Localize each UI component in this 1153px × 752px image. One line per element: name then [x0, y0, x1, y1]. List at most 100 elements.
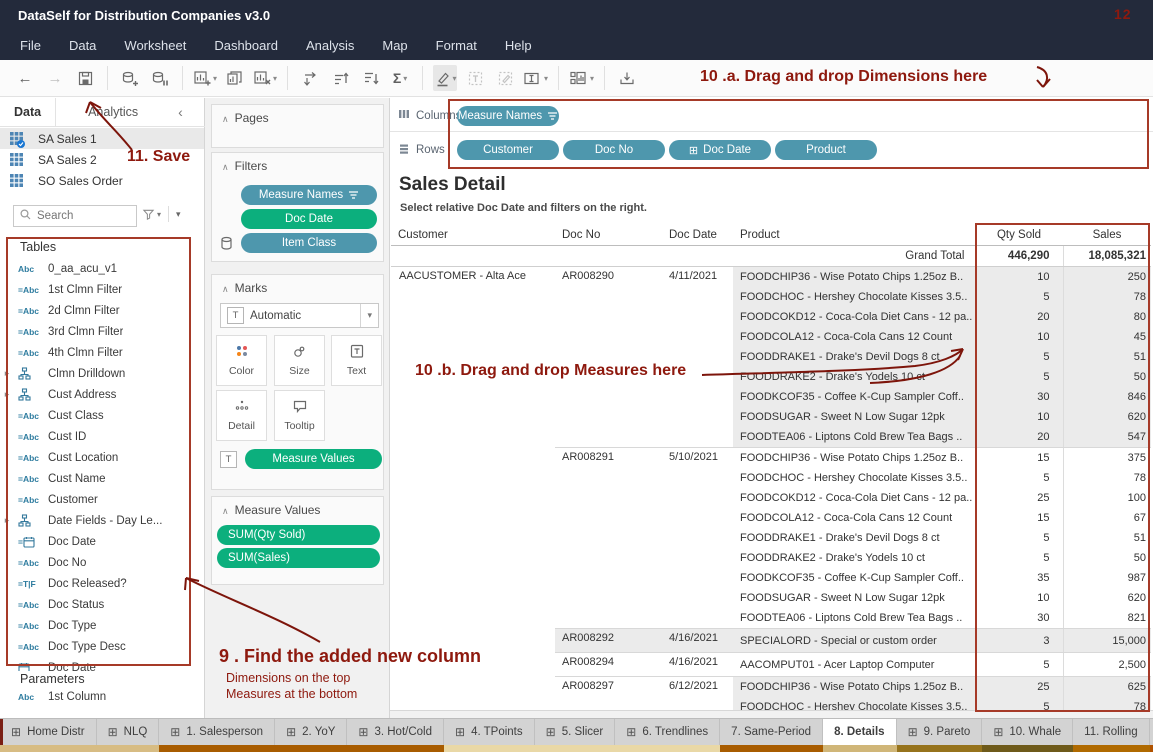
cell-sales[interactable]: 547: [1063, 427, 1151, 448]
cell-product[interactable]: FOODCHIP36 - Wise Potato Chips 1.25oz B.…: [733, 267, 975, 288]
sheet-tab-4-tpoints[interactable]: ⊞4. TPoints: [444, 719, 535, 752]
field-item[interactable]: Doc Date: [0, 657, 196, 671]
filter-fields-icon[interactable]: ▾: [142, 208, 161, 221]
cell-sales[interactable]: 50: [1063, 548, 1151, 568]
cell-product[interactable]: FOODDRAKE1 - Drake's Devil Dogs 8 ct: [733, 347, 975, 367]
cell-qty-sold[interactable]: 25: [975, 677, 1063, 698]
cell-qty-sold[interactable]: 3: [975, 629, 1063, 653]
sheet-tab-8-details[interactable]: 8. Details: [823, 719, 897, 752]
field-item[interactable]: =Abc3rd Clmn Filter: [0, 321, 196, 342]
cell-sales[interactable]: 51: [1063, 347, 1151, 367]
tab-data[interactable]: Data: [0, 98, 55, 126]
cell-qty-sold[interactable]: 20: [975, 307, 1063, 327]
cell-qty-sold[interactable]: 5: [975, 548, 1063, 568]
pill-sum-sales-[interactable]: SUM(Sales): [217, 548, 380, 568]
cell-qty-sold[interactable]: 5: [975, 653, 1063, 677]
horizontal-scrollbar[interactable]: [390, 710, 1153, 718]
field-item[interactable]: =AbcDoc Status: [0, 594, 196, 615]
cell-sales[interactable]: 80: [1063, 307, 1151, 327]
pill-customer[interactable]: Customer: [457, 140, 559, 160]
cell-qty-sold[interactable]: 10: [975, 267, 1063, 288]
cell-sales[interactable]: 2,500: [1063, 653, 1151, 677]
undo-icon[interactable]: ←: [13, 65, 37, 91]
cell-sales[interactable]: 987: [1063, 568, 1151, 588]
expand-icon[interactable]: ▸: [0, 368, 14, 379]
sort-descending-icon[interactable]: [358, 65, 382, 91]
view-options-icon[interactable]: ▾: [176, 209, 181, 220]
sheet-tab-1-salesperson[interactable]: ⊞1. Salesperson: [159, 719, 275, 752]
pill-doc-no[interactable]: Doc No: [563, 140, 665, 160]
cell-qty-sold[interactable]: 10: [975, 588, 1063, 608]
cell-doc-date[interactable]: 4/16/2021: [662, 629, 733, 653]
mark-type-dropdown[interactable]: T Automatic ▾: [220, 303, 379, 328]
cell-product[interactable]: FOODCHOC - Hershey Chocolate Kisses 3.5.…: [733, 468, 975, 488]
cell-sales[interactable]: 51: [1063, 528, 1151, 548]
cell-sales[interactable]: 100: [1063, 488, 1151, 508]
expand-plus-icon[interactable]: ⊞: [689, 144, 698, 157]
cell-product[interactable]: FOODCHIP36 - Wise Potato Chips 1.25oz B.…: [733, 448, 975, 469]
field-item[interactable]: =AbcCust Class: [0, 405, 196, 426]
data-source-item[interactable]: SO Sales Order: [0, 170, 204, 191]
cell-product[interactable]: FOODTEA06 - Liptons Cold Brew Tea Bags .…: [733, 427, 975, 448]
cell-doc-no[interactable]: AR008291: [555, 448, 662, 629]
cell-product[interactable]: FOODCOLA12 - Coca-Cola Cans 12 Count: [733, 327, 975, 347]
menu-worksheet[interactable]: Worksheet: [110, 32, 200, 59]
column-header-doc-no[interactable]: Doc No: [555, 224, 662, 246]
sheet-tab-home-distr[interactable]: ⊞Home Distr: [0, 719, 97, 752]
sort-ascending-icon[interactable]: [328, 65, 352, 91]
cell-doc-no[interactable]: AR008297: [555, 677, 662, 712]
cell-customer[interactable]: AACUSTOMER - Alta Ace: [391, 267, 555, 712]
save-icon[interactable]: [73, 65, 97, 91]
sheet-tab-10-whale[interactable]: ⊞10. Whale: [982, 719, 1073, 752]
column-header-product[interactable]: Product: [733, 224, 975, 246]
presentation-mode-icon[interactable]: [615, 65, 639, 91]
cell-sales[interactable]: 375: [1063, 448, 1151, 469]
cell-product[interactable]: FOODSUGAR - Sweet N Low Sugar 12pk: [733, 407, 975, 427]
field-item[interactable]: ▸Cust Address: [0, 384, 196, 405]
field-item[interactable]: =Abc2d Clmn Filter: [0, 300, 196, 321]
annotate-icon[interactable]: [493, 65, 517, 91]
cell-qty-sold[interactable]: 5: [975, 528, 1063, 548]
menu-map[interactable]: Map: [368, 32, 421, 59]
field-item[interactable]: =AbcDoc No: [0, 552, 196, 573]
new-worksheet-icon[interactable]: ▾: [193, 65, 217, 91]
field-item[interactable]: =Abc1st Clmn Filter: [0, 279, 196, 300]
field-item[interactable]: =T|FDoc Released?: [0, 573, 196, 594]
column-header-sales[interactable]: Sales: [1063, 224, 1151, 246]
pill-measure-names[interactable]: Measure Names: [241, 185, 377, 205]
menu-data[interactable]: Data: [55, 32, 110, 59]
cell-sales[interactable]: 78: [1063, 697, 1151, 711]
cell-doc-no[interactable]: AR008292: [555, 629, 662, 653]
cell-product[interactable]: FOODKCOF35 - Coffee K-Cup Sampler Coff..: [733, 568, 975, 588]
cell-sales[interactable]: 620: [1063, 588, 1151, 608]
cell-doc-no[interactable]: AR008290: [555, 267, 662, 448]
cell-product[interactable]: FOODTEA06 - Liptons Cold Brew Tea Bags .…: [733, 608, 975, 629]
size-button[interactable]: Size: [274, 335, 325, 386]
menu-format[interactable]: Format: [422, 32, 491, 59]
cell-product[interactable]: FOODKCOF35 - Coffee K-Cup Sampler Coff..: [733, 387, 975, 407]
field-item[interactable]: =Doc Date: [0, 531, 196, 552]
cell-sales[interactable]: 625: [1063, 677, 1151, 698]
swap-axes-icon[interactable]: [298, 65, 322, 91]
cell-sales[interactable]: 78: [1063, 287, 1151, 307]
cell-product[interactable]: FOODDRAKE1 - Drake's Devil Dogs 8 ct: [733, 528, 975, 548]
cell-qty-sold[interactable]: 5: [975, 347, 1063, 367]
fit-icon[interactable]: ▾: [523, 65, 548, 91]
cell-qty-sold[interactable]: 30: [975, 608, 1063, 629]
field-item[interactable]: ▸Clmn Drilldown: [0, 363, 196, 384]
field-item[interactable]: =AbcDoc Type: [0, 615, 196, 636]
color-button[interactable]: Color: [216, 335, 267, 386]
sheet-tab-3-hot-cold[interactable]: ⊞3. Hot/Cold: [347, 719, 444, 752]
expand-icon[interactable]: ▸: [0, 389, 14, 400]
sheet-tab-11-rolling[interactable]: 11. Rolling: [1073, 719, 1150, 752]
pill-measure-names[interactable]: Measure Names: [457, 106, 559, 126]
menu-help[interactable]: Help: [491, 32, 546, 59]
cell-doc-date[interactable]: 4/11/2021: [662, 267, 733, 448]
cell-qty-sold[interactable]: 5: [975, 697, 1063, 711]
cell-qty-sold[interactable]: 15: [975, 508, 1063, 528]
show-labels-icon[interactable]: [463, 65, 487, 91]
cell-qty-sold[interactable]: 5: [975, 287, 1063, 307]
cell-qty-sold[interactable]: 35: [975, 568, 1063, 588]
pause-updates-icon[interactable]: [148, 65, 172, 91]
cell-qty-sold[interactable]: 15: [975, 448, 1063, 469]
